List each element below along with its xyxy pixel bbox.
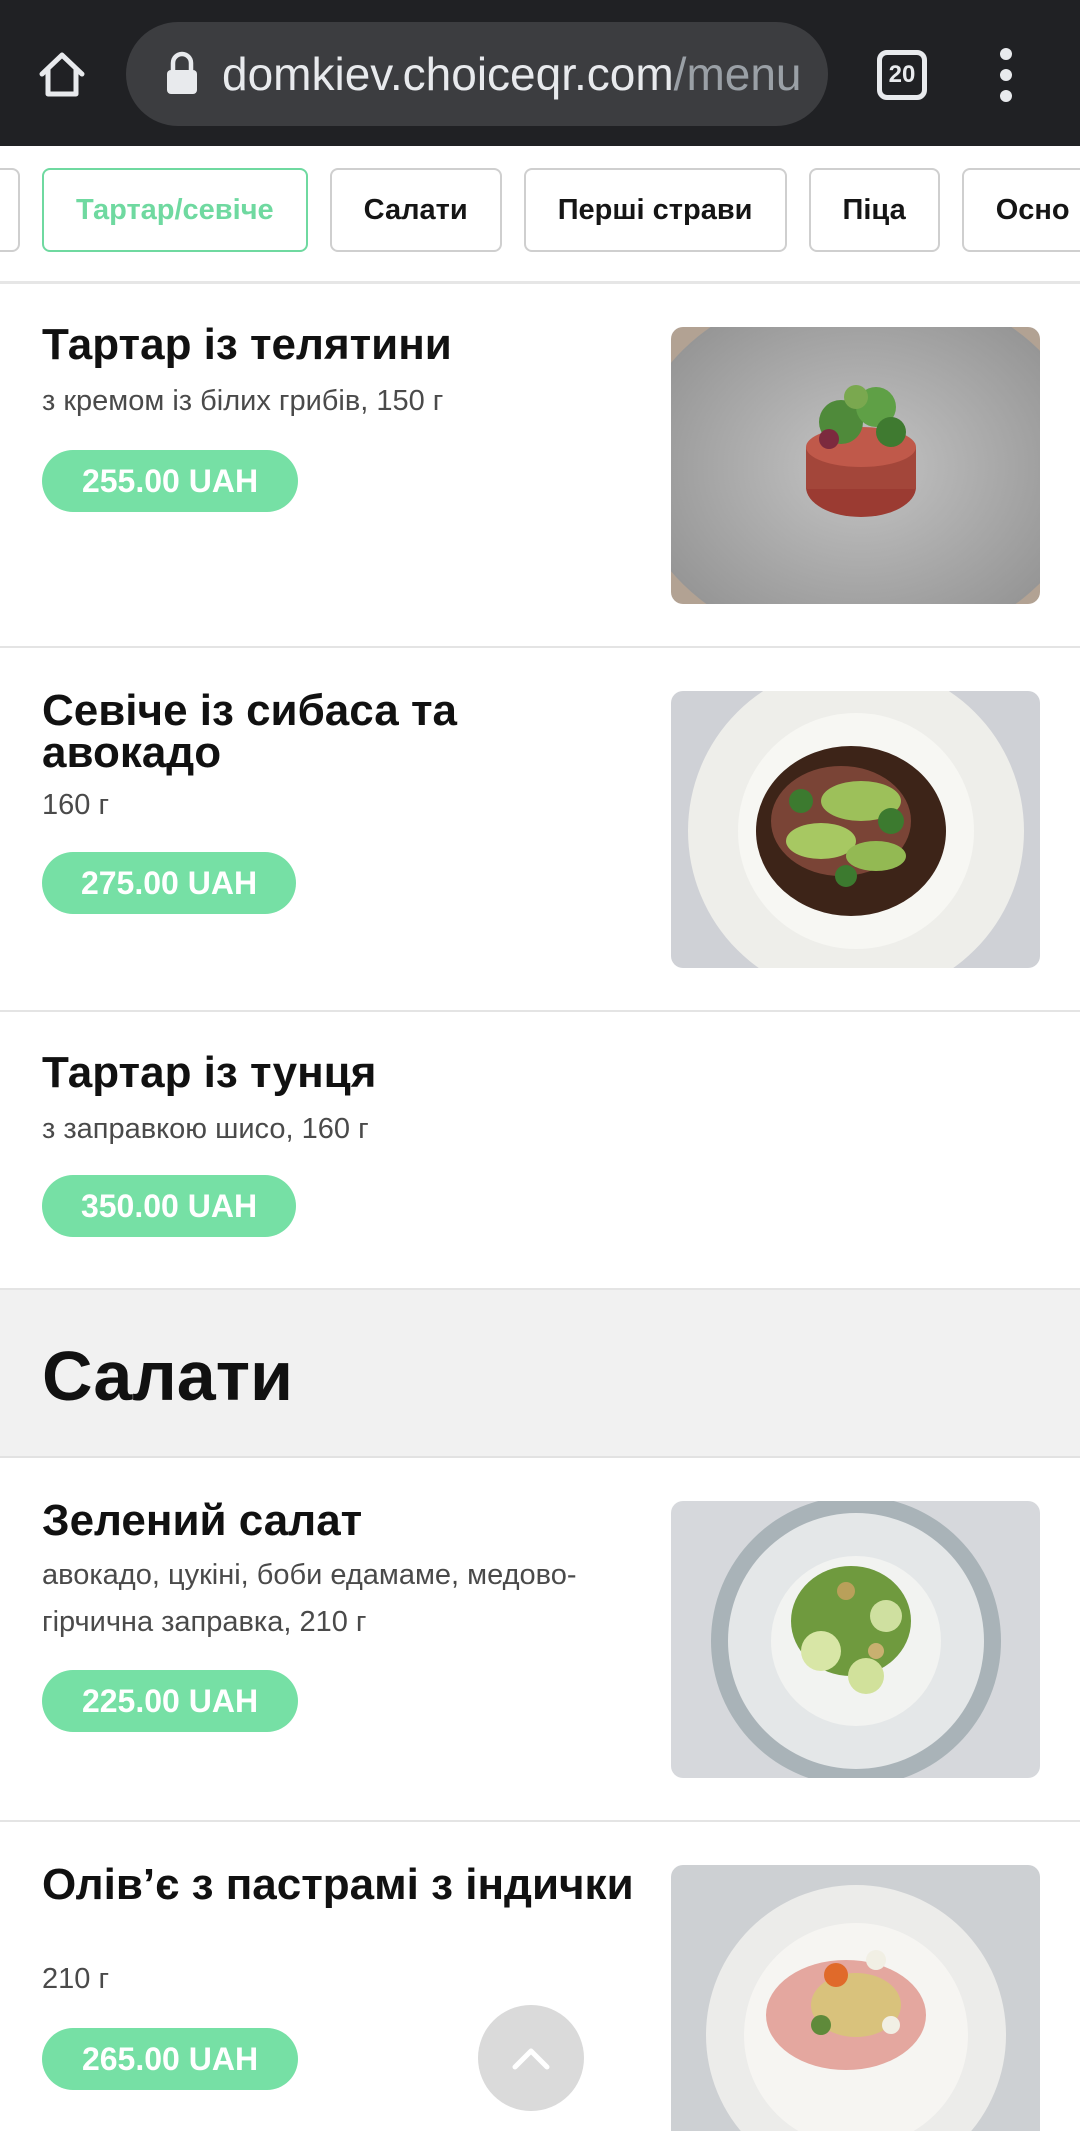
section-title: Салати [42,1337,294,1415]
category-chip-main[interactable]: Осно [961,168,1080,252]
dish-photo [671,327,1040,604]
category-chip-salads[interactable]: Салати [329,168,502,252]
price-badge: 265.00 UAH [42,2028,298,2090]
item-description: 160 г [42,789,110,821]
item-title: Олів’є з пастрамі з індички [42,1860,634,1909]
price-badge: 350.00 UAH [42,1175,296,1237]
item-description: 210 г [42,1963,110,1995]
category-chip-previous[interactable] [0,168,20,252]
url-path: /menu [673,48,802,100]
dish-photo [671,1865,1040,2131]
menu-item[interactable]: Тартар із телятини з кремом із білих гри… [0,284,1080,648]
item-description: авокадо, цукіні, боби едамаме, медово-гі… [42,1559,577,1638]
tabs-button[interactable]: 20 [870,44,934,106]
menu-item[interactable]: Севіче із сибаса та авокадо 160 г 275.00… [0,648,1080,1012]
menu-item[interactable]: Тартар із тунця з заправкою шисо, 160 г … [0,1012,1080,1290]
scroll-top-button[interactable] [478,2005,584,2111]
home-icon [39,52,85,97]
price-badge: 225.00 UAH [42,1670,298,1732]
chevron-up-icon [512,2048,550,2070]
item-title: Севіче із сибаса та авокадо [42,686,457,777]
lock-icon [164,50,200,98]
item-title: Зелений салат [42,1496,363,1545]
item-description: з кремом із білих грибів, 150 г [42,385,444,417]
item-title: Тартар із телятини [42,320,452,369]
category-chip-pizza[interactable]: Піца [808,168,940,252]
section-header-salads: Салати [0,1290,1080,1458]
item-title: Тартар із тунця [42,1048,377,1097]
url-host: domkiev.choiceqr.com [222,48,674,100]
price-badge: 275.00 UAH [42,852,296,914]
category-nav: Тартар/севіче Салати Перші страви Піца О… [0,146,1080,284]
price-badge: 255.00 UAH [42,450,298,512]
item-description: з заправкою шисо, 160 г [42,1113,369,1145]
browser-toolbar: domkiev.choiceqr.com/menu 20 [0,0,1080,146]
tabs-icon: 20 [877,50,927,100]
dish-photo [671,691,1040,968]
address-bar[interactable]: domkiev.choiceqr.com/menu [126,22,828,126]
dish-photo [671,1501,1040,1778]
more-vert-icon[interactable] [976,40,1036,110]
home-button[interactable] [24,32,100,116]
menu-item[interactable]: Зелений салат авокадо, цукіні, боби едам… [0,1458,1080,1822]
category-chip-first-courses[interactable]: Перші страви [523,168,787,252]
url-text: domkiev.choiceqr.com/menu [222,47,802,101]
category-chip-tartare[interactable]: Тартар/севіче [42,168,308,252]
